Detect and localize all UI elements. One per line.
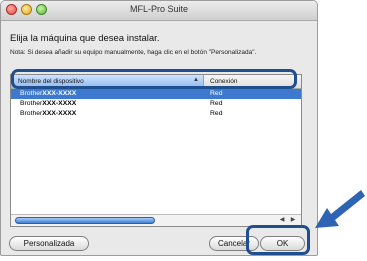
window-title: MFL-Pro Suite bbox=[129, 4, 189, 14]
device-name: BrotherXXX-XXXX bbox=[20, 100, 76, 107]
dialog-note: Nota: Si desea añadir su equipo manualme… bbox=[10, 49, 257, 56]
dialog-heading: Elija la máquina que desea instalar. bbox=[10, 33, 160, 44]
scrollbar-thumb[interactable] bbox=[15, 217, 155, 224]
device-row[interactable]: BrotherXXX-XXXX Red bbox=[11, 89, 301, 99]
device-name: BrotherXXX-XXXX bbox=[20, 90, 76, 97]
scroll-right-arrow-icon[interactable]: ▶ bbox=[288, 216, 298, 225]
column-header-highlight bbox=[11, 69, 297, 89]
device-row[interactable]: BrotherXXX-XXXX Red bbox=[11, 99, 301, 109]
custom-button[interactable]: Personalizada bbox=[9, 236, 89, 251]
device-brand: Brother bbox=[20, 90, 43, 97]
device-name: BrotherXXX-XXXX bbox=[20, 110, 76, 117]
device-model: XXX-XXXX bbox=[42, 90, 77, 97]
device-brand: Brother bbox=[20, 100, 43, 107]
device-model: XXX-XXXX bbox=[42, 110, 77, 117]
device-brand: Brother bbox=[20, 110, 43, 117]
installer-window: MFL-Pro Suite Elija la máquina que desea… bbox=[0, 0, 318, 256]
pointer-arrow-icon bbox=[315, 190, 365, 228]
device-list[interactable]: Nombre del dispositivo ▲ Conexión Brothe… bbox=[10, 74, 302, 227]
scroll-left-arrow-icon[interactable]: ◀ bbox=[277, 216, 287, 225]
title-bar[interactable]: MFL-Pro Suite bbox=[1, 1, 317, 21]
device-connection: Red bbox=[210, 90, 223, 97]
device-connection: Red bbox=[210, 100, 223, 107]
device-connection: Red bbox=[210, 110, 223, 117]
device-row[interactable]: BrotherXXX-XXXX Red bbox=[11, 109, 301, 119]
ok-button-highlight bbox=[246, 225, 310, 255]
device-model: XXX-XXXX bbox=[42, 100, 77, 107]
